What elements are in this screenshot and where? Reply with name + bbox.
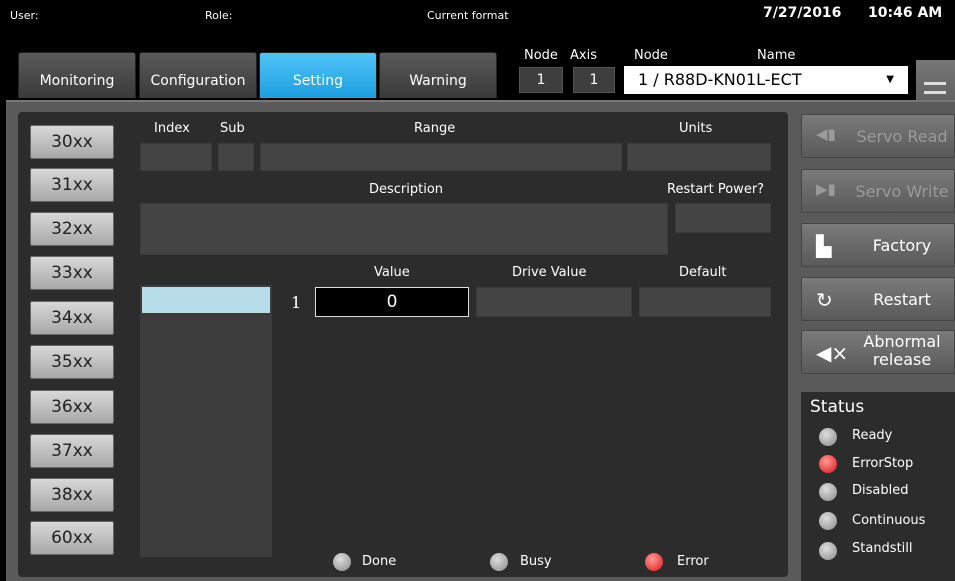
index-field	[140, 143, 212, 171]
restart-label: Restart	[873, 290, 931, 309]
factory-button[interactable]: ▙ Factory	[801, 223, 955, 267]
disabled-label: Disabled	[852, 483, 909, 498]
error-label: Error	[677, 554, 709, 569]
axis-value: 1	[573, 67, 615, 93]
servo-write-button[interactable]: ▶▮ Servo Write	[801, 169, 955, 213]
servo-write-icon: ▶▮	[816, 180, 836, 198]
restart-button[interactable]: ↻ Restart	[801, 277, 955, 321]
ready-indicator-icon	[819, 428, 837, 446]
list-item-selected[interactable]	[142, 287, 270, 313]
group-button-38xx[interactable]: 38xx	[30, 478, 114, 512]
standstill-indicator-icon	[819, 542, 837, 560]
group-button-34xx[interactable]: 34xx	[30, 301, 114, 335]
errorstop-label: ErrorStop	[852, 456, 914, 471]
group-button-37xx[interactable]: 37xx	[30, 434, 114, 468]
default-field	[639, 287, 771, 317]
servo-read-icon: ◀▮	[816, 125, 836, 143]
node-name-value: 1 / R88D-KN01L-ECT	[638, 70, 802, 89]
current-format-label: Current format	[427, 9, 509, 22]
group-button-33xx[interactable]: 33xx	[30, 256, 114, 290]
errorstop-indicator-icon	[819, 455, 837, 473]
tab-bar: Monitoring Configuration Setting Warning…	[0, 30, 955, 128]
factory-label: Factory	[872, 236, 932, 255]
restart-power-field	[675, 203, 771, 233]
servo-read-button[interactable]: ◀▮ Servo Read	[801, 114, 955, 158]
description-label: Description	[369, 182, 444, 197]
units-field	[627, 143, 771, 171]
group-button-36xx[interactable]: 36xx	[30, 390, 114, 424]
value-label: Value	[374, 265, 410, 280]
tab-configuration[interactable]: Configuration	[139, 52, 257, 98]
standstill-label: Standstill	[852, 541, 913, 556]
units-label: Units	[679, 121, 713, 136]
node-header: Node	[524, 48, 558, 63]
top-info-bar: User: Role: Current format 7/27/2016 10:…	[0, 0, 955, 30]
description-field	[140, 203, 668, 255]
continuous-label: Continuous	[852, 513, 926, 528]
tab-warning[interactable]: Warning	[379, 52, 497, 98]
servo-write-label: Servo Write	[855, 182, 949, 201]
mute-icon: ◀×	[816, 341, 849, 365]
node-name-header: Node	[634, 48, 668, 63]
menu-icon-line	[924, 91, 946, 94]
group-button-60xx[interactable]: 60xx	[30, 521, 114, 555]
parameter-list[interactable]	[140, 285, 272, 557]
group-button-30xx[interactable]: 30xx	[30, 125, 114, 159]
sub-label: Sub	[220, 121, 245, 136]
group-button-31xx[interactable]: 31xx	[30, 168, 114, 202]
time-display: 10:46 AM	[868, 5, 943, 21]
busy-indicator-icon	[490, 553, 508, 571]
role-label: Role:	[205, 9, 233, 22]
group-button-32xx[interactable]: 32xx	[30, 212, 114, 246]
status-panel: Status Ready ErrorStop Disabled Continuo…	[801, 392, 955, 581]
error-indicator-icon	[645, 553, 663, 571]
date-display: 7/27/2016	[763, 5, 842, 21]
status-title: Status	[810, 397, 865, 417]
group-button-35xx[interactable]: 35xx	[30, 345, 114, 379]
busy-label: Busy	[520, 554, 552, 569]
default-label: Default	[679, 265, 727, 280]
tab-monitoring[interactable]: Monitoring	[18, 52, 136, 98]
user-label: User:	[10, 9, 39, 22]
continuous-indicator-icon	[819, 512, 837, 530]
range-label: Range	[414, 121, 456, 136]
abnormal-release-label: Abnormal release	[863, 332, 941, 369]
servo-read-label: Servo Read	[856, 127, 948, 146]
node-value: 1	[519, 67, 563, 93]
restart-power-label: Restart Power?	[667, 182, 765, 197]
tab-setting[interactable]: Setting	[259, 52, 377, 98]
sub-field	[218, 143, 254, 171]
value-input[interactable]: 0	[315, 287, 469, 317]
restart-icon: ↻	[816, 288, 833, 312]
axis-header: Axis	[570, 48, 597, 63]
drive-value-label: Drive Value	[512, 265, 587, 280]
abnormal-release-button[interactable]: ◀× Abnormal release	[801, 330, 955, 374]
factory-icon: ▙	[816, 234, 832, 258]
ready-label: Ready	[852, 428, 893, 443]
name-header: Name	[757, 48, 796, 63]
range-field	[260, 143, 622, 171]
disabled-indicator-icon	[819, 483, 837, 501]
done-label: Done	[362, 554, 397, 569]
done-indicator-icon	[333, 553, 351, 571]
node-name-select[interactable]: 1 / R88D-KN01L-ECT ▼	[624, 66, 908, 94]
chevron-down-icon: ▼	[886, 74, 894, 85]
index-label: Index	[154, 121, 190, 136]
menu-icon	[924, 82, 946, 85]
drive-value-field	[476, 287, 632, 317]
row-number: 1	[291, 293, 302, 312]
